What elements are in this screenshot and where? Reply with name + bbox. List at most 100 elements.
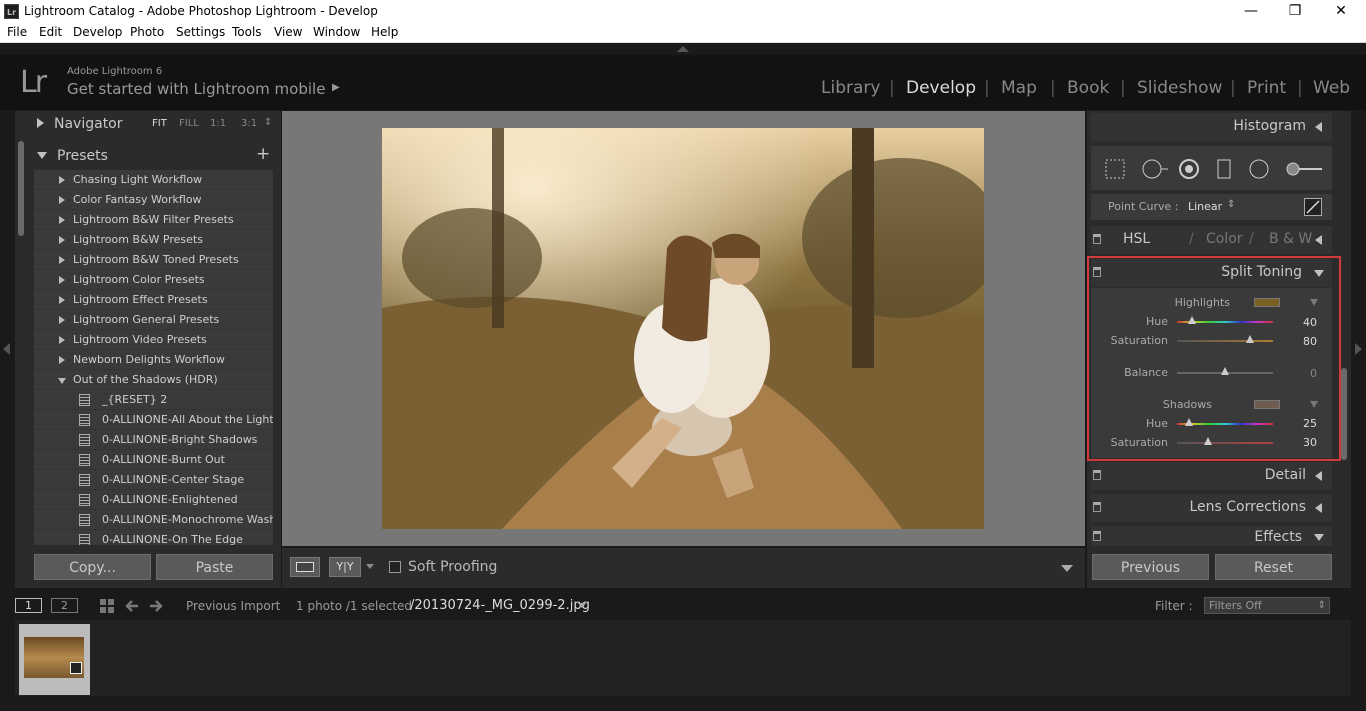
zoom-fit[interactable]: FIT	[152, 118, 167, 129]
preset-document-icon	[79, 394, 90, 406]
menu-help[interactable]: Help	[371, 25, 398, 39]
zoom-1-1[interactable]: 1:1	[210, 118, 226, 129]
paste-button[interactable]: Paste	[156, 554, 273, 580]
module-map[interactable]: Map	[1001, 78, 1037, 98]
close-button[interactable]: ✕	[1318, 0, 1364, 24]
filter-select[interactable]: Filters Off ⇕	[1204, 597, 1330, 614]
loupe-view-button[interactable]	[290, 557, 320, 577]
lens-corrections-header[interactable]: Lens Corrections	[1091, 494, 1332, 522]
preset-folder[interactable]: Chasing Light Workflow	[34, 170, 273, 190]
secondary-display-button[interactable]: 2	[51, 598, 78, 613]
histogram-header[interactable]: Histogram	[1091, 113, 1332, 141]
preset-item[interactable]: 0-ALLINONE-All About the Light	[34, 410, 273, 430]
photo-preview[interactable]	[382, 128, 984, 529]
preset-folder[interactable]: Lightroom Color Presets	[34, 270, 273, 290]
crop-tool-icon[interactable]	[1104, 158, 1126, 180]
preset-item[interactable]: 0-ALLINONE-On The Edge	[34, 530, 273, 545]
zoom-stepper-icon[interactable]: ⇕	[264, 117, 272, 128]
before-after-button[interactable]: Y|Y	[329, 557, 361, 577]
preset-folder[interactable]: Lightroom General Presets	[34, 310, 273, 330]
red-eye-icon[interactable]	[1178, 158, 1200, 180]
copy-button[interactable]: Copy...	[34, 554, 151, 580]
left-panel-scrollbar[interactable]	[18, 141, 24, 236]
preset-item[interactable]: 0-ALLINONE-Center Stage	[34, 470, 273, 490]
expand-icon	[59, 356, 65, 364]
preset-item-label: _{RESET} 2	[102, 393, 168, 406]
preset-folder[interactable]: Lightroom B&W Filter Presets	[34, 210, 273, 230]
dropdown-icon[interactable]: ⇕	[1227, 199, 1235, 210]
top-panel-toggle-icon[interactable]	[677, 46, 689, 52]
restore-button[interactable]: ❐	[1272, 0, 1318, 24]
minimize-button[interactable]: —	[1228, 0, 1274, 24]
tool-strip	[1091, 146, 1332, 190]
spot-removal-icon[interactable]	[1141, 158, 1169, 180]
preset-folder[interactable]: Color Fantasy Workflow	[34, 190, 273, 210]
filename[interactable]: /20130724-_MG_0299-2.jpg	[410, 598, 590, 613]
preset-folder[interactable]: Lightroom Video Presets	[34, 330, 273, 350]
menu-tools[interactable]: Tools	[232, 25, 262, 39]
preset-folder-label: Lightroom Color Presets	[73, 273, 205, 286]
mobile-prompt[interactable]: Get started with Lightroom mobile	[67, 80, 325, 98]
zoom-fill[interactable]: FILL	[179, 118, 199, 129]
preset-folder[interactable]: Newborn Delights Workflow	[34, 350, 273, 370]
right-panel-scrollbar[interactable]	[1341, 368, 1347, 460]
filename-dropdown-icon[interactable]	[578, 603, 586, 608]
tab-color[interactable]: Color	[1206, 231, 1243, 247]
radial-filter-icon[interactable]	[1248, 158, 1270, 180]
collapse-icon	[58, 378, 66, 384]
preset-item[interactable]: 0-ALLINONE-Bright Shadows	[34, 430, 273, 450]
panel-switch-icon[interactable]	[1093, 234, 1101, 244]
menu-file[interactable]: File	[7, 25, 27, 39]
preset-item[interactable]: 0-ALLINONE-Burnt Out	[34, 450, 273, 470]
zoom-3-1[interactable]: 3:1	[241, 118, 257, 129]
hsl-header[interactable]: HSL / Color / B & W	[1091, 226, 1332, 254]
tab-bw[interactable]: B & W	[1269, 231, 1312, 247]
play-arrow-icon[interactable]: ▶	[332, 82, 340, 93]
adjustment-brush-icon[interactable]	[1284, 158, 1324, 180]
previous-button[interactable]: Previous	[1092, 554, 1209, 580]
back-arrow-icon[interactable]	[124, 598, 140, 614]
toolbar-menu-icon[interactable]	[1061, 565, 1073, 572]
panel-switch-icon[interactable]	[1093, 531, 1101, 541]
preset-folder-label: Chasing Light Workflow	[73, 173, 203, 186]
menu-settings[interactable]: Settings	[176, 25, 225, 39]
reset-button[interactable]: Reset	[1215, 554, 1332, 580]
preset-folder-open[interactable]: Out of the Shadows (HDR)	[34, 370, 273, 390]
right-panel-toggle-icon[interactable]	[1355, 343, 1362, 355]
module-print[interactable]: Print	[1247, 78, 1286, 98]
menu-view[interactable]: View	[274, 25, 302, 39]
module-book[interactable]: Book	[1067, 78, 1109, 98]
preset-folder[interactable]: Lightroom Effect Presets	[34, 290, 273, 310]
detail-header[interactable]: Detail	[1091, 462, 1332, 490]
preset-folder[interactable]: Lightroom B&W Presets	[34, 230, 273, 250]
tab-separator: /	[1249, 231, 1254, 247]
point-curve-select[interactable]: Linear	[1188, 200, 1222, 213]
module-library[interactable]: Library	[821, 78, 880, 98]
panel-switch-icon[interactable]	[1093, 470, 1101, 480]
left-panel-toggle-icon[interactable]	[3, 343, 10, 355]
before-after-dropdown-icon[interactable]	[366, 564, 374, 569]
tab-hsl[interactable]: HSL	[1123, 231, 1150, 247]
preset-folder[interactable]: Lightroom B&W Toned Presets	[34, 250, 273, 270]
primary-display-button[interactable]: 1	[15, 598, 42, 613]
panel-switch-icon[interactable]	[1093, 502, 1101, 512]
add-preset-icon[interactable]: +	[256, 144, 270, 164]
navigator-title: Navigator	[54, 116, 123, 132]
preset-item[interactable]: 0-ALLINONE-Enlightened	[34, 490, 273, 510]
preset-item[interactable]: _{RESET} 2	[34, 390, 273, 410]
module-develop[interactable]: Develop	[906, 78, 976, 98]
effects-header[interactable]: Effects	[1091, 526, 1332, 546]
menu-edit[interactable]: Edit	[39, 25, 62, 39]
source-label[interactable]: Previous Import	[186, 599, 280, 613]
menu-window[interactable]: Window	[313, 25, 360, 39]
curve-edit-icon[interactable]	[1304, 198, 1322, 216]
module-slideshow[interactable]: Slideshow	[1137, 78, 1222, 98]
menu-develop[interactable]: Develop	[73, 25, 122, 39]
preset-item[interactable]: 0-ALLINONE-Monochrome Wash	[34, 510, 273, 530]
graduated-filter-icon[interactable]	[1213, 158, 1235, 180]
grid-view-icon[interactable]	[99, 598, 115, 614]
menu-photo[interactable]: Photo	[130, 25, 164, 39]
forward-arrow-icon[interactable]	[148, 598, 164, 614]
module-web[interactable]: Web	[1313, 78, 1350, 98]
soft-proofing-checkbox[interactable]	[389, 561, 401, 573]
